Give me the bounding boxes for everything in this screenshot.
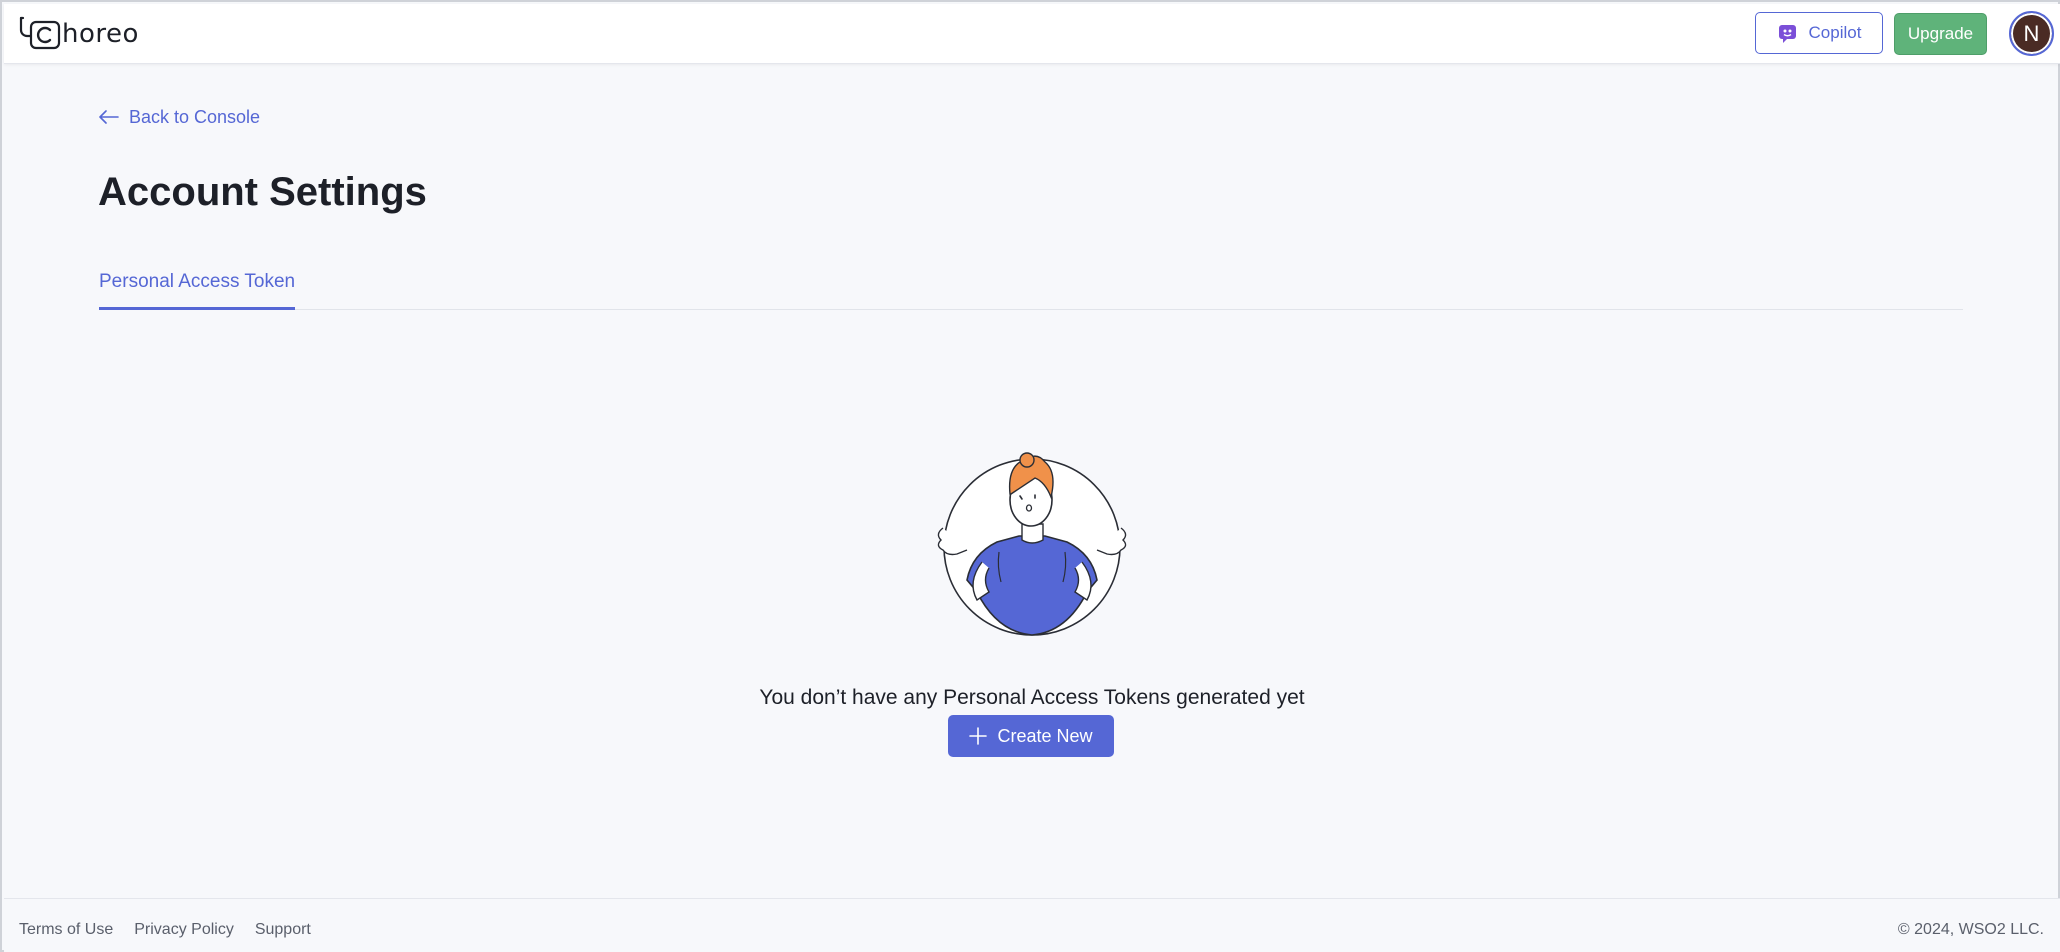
empty-state-message: You don’t have any Personal Access Token…	[759, 686, 1305, 709]
copilot-label: Copilot	[1808, 23, 1862, 42]
page-footer: Terms of Use Privacy Policy Support © 20…	[4, 898, 2060, 952]
copyright-text: © 2024, WSO2 LLC.	[1897, 921, 2044, 938]
back-link-label: Back to Console	[129, 106, 261, 127]
app-window: horeo Copilot Upgrade N Back to Console …	[0, 0, 2060, 952]
logo-text: horeo	[62, 19, 139, 49]
page-title: Account Settings	[98, 170, 427, 214]
arrow-left-icon	[99, 110, 119, 124]
copilot-button[interactable]: Copilot	[1755, 12, 1883, 54]
back-to-console-link[interactable]: Back to Console	[99, 104, 260, 130]
privacy-policy-link[interactable]: Privacy Policy	[134, 921, 234, 939]
copilot-icon	[1778, 25, 1796, 43]
user-avatar[interactable]: N	[2009, 11, 2054, 56]
create-new-label: Create New	[997, 725, 1093, 746]
terms-of-use-link[interactable]: Terms of Use	[19, 921, 113, 939]
choreo-logo[interactable]: horeo	[18, 16, 139, 52]
support-link[interactable]: Support	[255, 921, 311, 939]
settings-tabs: Personal Access Token	[99, 266, 1963, 310]
create-new-button[interactable]: Create New	[948, 715, 1114, 757]
tab-personal-access-token[interactable]: Personal Access Token	[99, 266, 296, 310]
footer-links: Terms of Use Privacy Policy Support	[19, 921, 311, 939]
choreo-logo-icon	[19, 16, 61, 50]
empty-state-illustration	[937, 452, 1127, 636]
upgrade-button[interactable]: Upgrade	[1894, 13, 1987, 55]
top-header: horeo Copilot Upgrade N	[4, 4, 2060, 64]
plus-icon	[969, 727, 988, 745]
